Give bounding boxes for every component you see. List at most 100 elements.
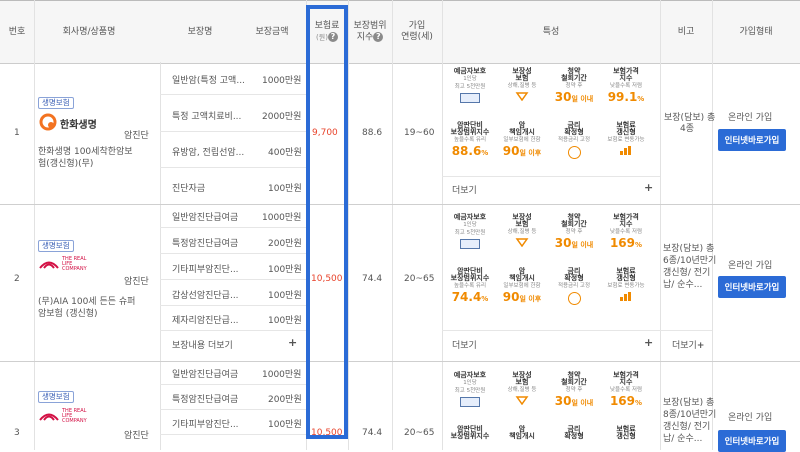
row-divider [160,227,306,228]
features-more-link[interactable]: 더보기 [452,183,477,196]
features-grid: 예금자보호 1인당 최고 5천만원 보장성 보험 상해,질병 등 청약 철회기간… [446,212,656,316]
premium-column-highlight [306,5,348,439]
header-age-label: 가입 [408,21,426,31]
feature-unit: 일 이내 [571,95,594,103]
coverage-category: 암진단 [124,277,149,287]
internet-join-button[interactable]: 인터넷바로가입 [718,430,786,452]
feature-title: 보험 [515,220,529,228]
feature-title: 지수 [619,220,633,228]
note-more-link[interactable]: 더보기+ [672,338,704,351]
feature-deposit-protection: 예금자보호 1인당 최고 5천만원 [446,372,494,407]
coverage-amount: 400만원 [268,148,302,158]
header-range-label2: 지수 [356,32,374,43]
coverage-name: 유방암, 전립선암... [172,148,245,158]
coverage-name: 특정암진단급여금 [172,239,239,249]
feature-unit: % [635,399,643,407]
feature-title: 보장범위지수 [450,128,490,136]
feature-value: 90 [502,290,520,304]
product-name-line2[interactable]: 험(갱신형)(무) [38,156,93,169]
range-index-value: 88.6 [362,128,383,138]
feature-title: 지수 [619,378,633,386]
row-number: 3 [14,428,20,438]
feature-sub: 높을수록 유리 [453,283,487,289]
features-grid: 예금자보호 1인당 최고 5천만원 보장성 보험 상해,질병 등 청약 철회기간… [446,370,656,450]
feature-sub: 최고 5천만원 [454,388,486,394]
coverage-name: 제자리암진단급... [172,316,239,326]
feature-value: 169 [609,236,636,250]
product-name-line2[interactable]: 암보험 (갱신형) [38,306,98,319]
deposit-badge-icon [460,239,480,249]
feature-unit: 일 이후 [519,295,542,303]
coverage-more-link[interactable]: 보장내용 더보기 [172,338,233,351]
row-divider [160,434,306,435]
feature-withdrawal-period: 청약 철회기간 청약 후 30일 이내 [550,68,598,106]
features-grid: 예금자보호 1인당 최고 5천만원 보장성 보험 상해,질병 등 청약 철회기간… [446,66,656,170]
internet-join-button[interactable]: 인터넷바로가입 [718,276,786,298]
feature-sub: 최고 5천만원 [454,84,486,90]
coverage-name: 갑상선암진단급... [172,291,239,301]
row-divider [160,384,306,385]
chart-icon [620,292,631,301]
row-divider [160,305,306,306]
feature-sub: 높을수록 유리 [453,137,487,143]
feature-range-index: 암판단비 보장범위지수 높을수록 유리 88.6% [446,122,494,160]
company-logo-text: THE REAL LIFE COMPANY [62,408,87,424]
feature-sub: 적용금리 고정 [557,283,591,289]
note-more-label: 더보기 [672,341,697,351]
feature-value: 30 [554,90,572,104]
aia-logo-icon [39,413,59,421]
row-divider [160,409,306,410]
coverage-name: 특정암진단급여금 [172,395,239,405]
category-badge: 생명보험 [38,97,74,109]
feature-sub: 낮을수록 저렴 [609,387,643,393]
feature-liability-start: 암 책임개시 일부보험에 한함 90일 이후 [498,122,546,160]
feature-fixed-rate: 금리 확정형 [550,426,598,440]
feature-unit: % [637,95,645,103]
feature-value: 30 [554,236,572,250]
coverage-amount: 1000만원 [262,76,302,86]
plus-icon[interactable]: + [644,336,653,349]
grid-line [34,0,35,450]
feature-unit: 일 이후 [519,149,542,157]
feature-value: 30 [554,394,572,408]
deposit-badge-icon [460,93,480,103]
shield-icon [515,396,529,405]
feature-liability-start: 암 책임개시 [498,426,546,440]
age-range-value: 20~65 [404,274,435,284]
feature-title: 갱신형 [616,432,636,440]
aia-logo-icon [39,261,59,269]
coverage-amount: 2000만원 [262,112,302,122]
header-coverage-amount: 보장금액 [255,26,289,37]
feature-title: 책임개시 [509,128,535,136]
plus-icon[interactable]: + [288,336,297,349]
help-icon[interactable]: ? [373,31,384,42]
features-more-link[interactable]: 더보기 [452,338,477,351]
company-logo-text: THE REAL LIFE COMPANY [62,256,87,272]
row-number: 2 [14,274,20,284]
coverage-amount: 100만원 [268,420,302,430]
row-divider [160,94,306,95]
feature-value: 88.6 [451,144,482,158]
feature-withdrawal-period: 청약 철회기간 청약 후 30일 이내 [550,214,598,252]
plus-icon[interactable]: + [644,181,653,194]
coverage-amount: 100만원 [268,184,302,194]
feature-unit: % [481,295,489,303]
header-range-index: 보장범위 지수? [348,1,392,63]
range-index-value: 74.4 [362,428,383,438]
age-range-value: 19~60 [404,128,435,138]
row-divider [660,330,712,331]
category-badge: 생명보험 [38,240,74,252]
coverage-amount: 1000만원 [262,213,302,223]
coverage-name: 일반암진단급여금 [172,213,239,223]
grid-line [660,0,661,450]
coverage-amount: 100만원 [268,291,302,301]
row-divider [160,167,306,168]
grid-line [392,0,393,450]
feature-sub: 낮을수록 저렴 [609,229,643,235]
feature-renewable: 보험료 갱신형 보험료 변동가능 [602,268,650,302]
coverage-amount: 1000만원 [262,370,302,380]
feature-sub: 낮을수록 저렴 [609,83,643,89]
header-join-type: 가입형태 [739,26,773,37]
internet-join-button[interactable]: 인터넷바로가입 [718,129,786,151]
percent-icon [567,292,581,305]
